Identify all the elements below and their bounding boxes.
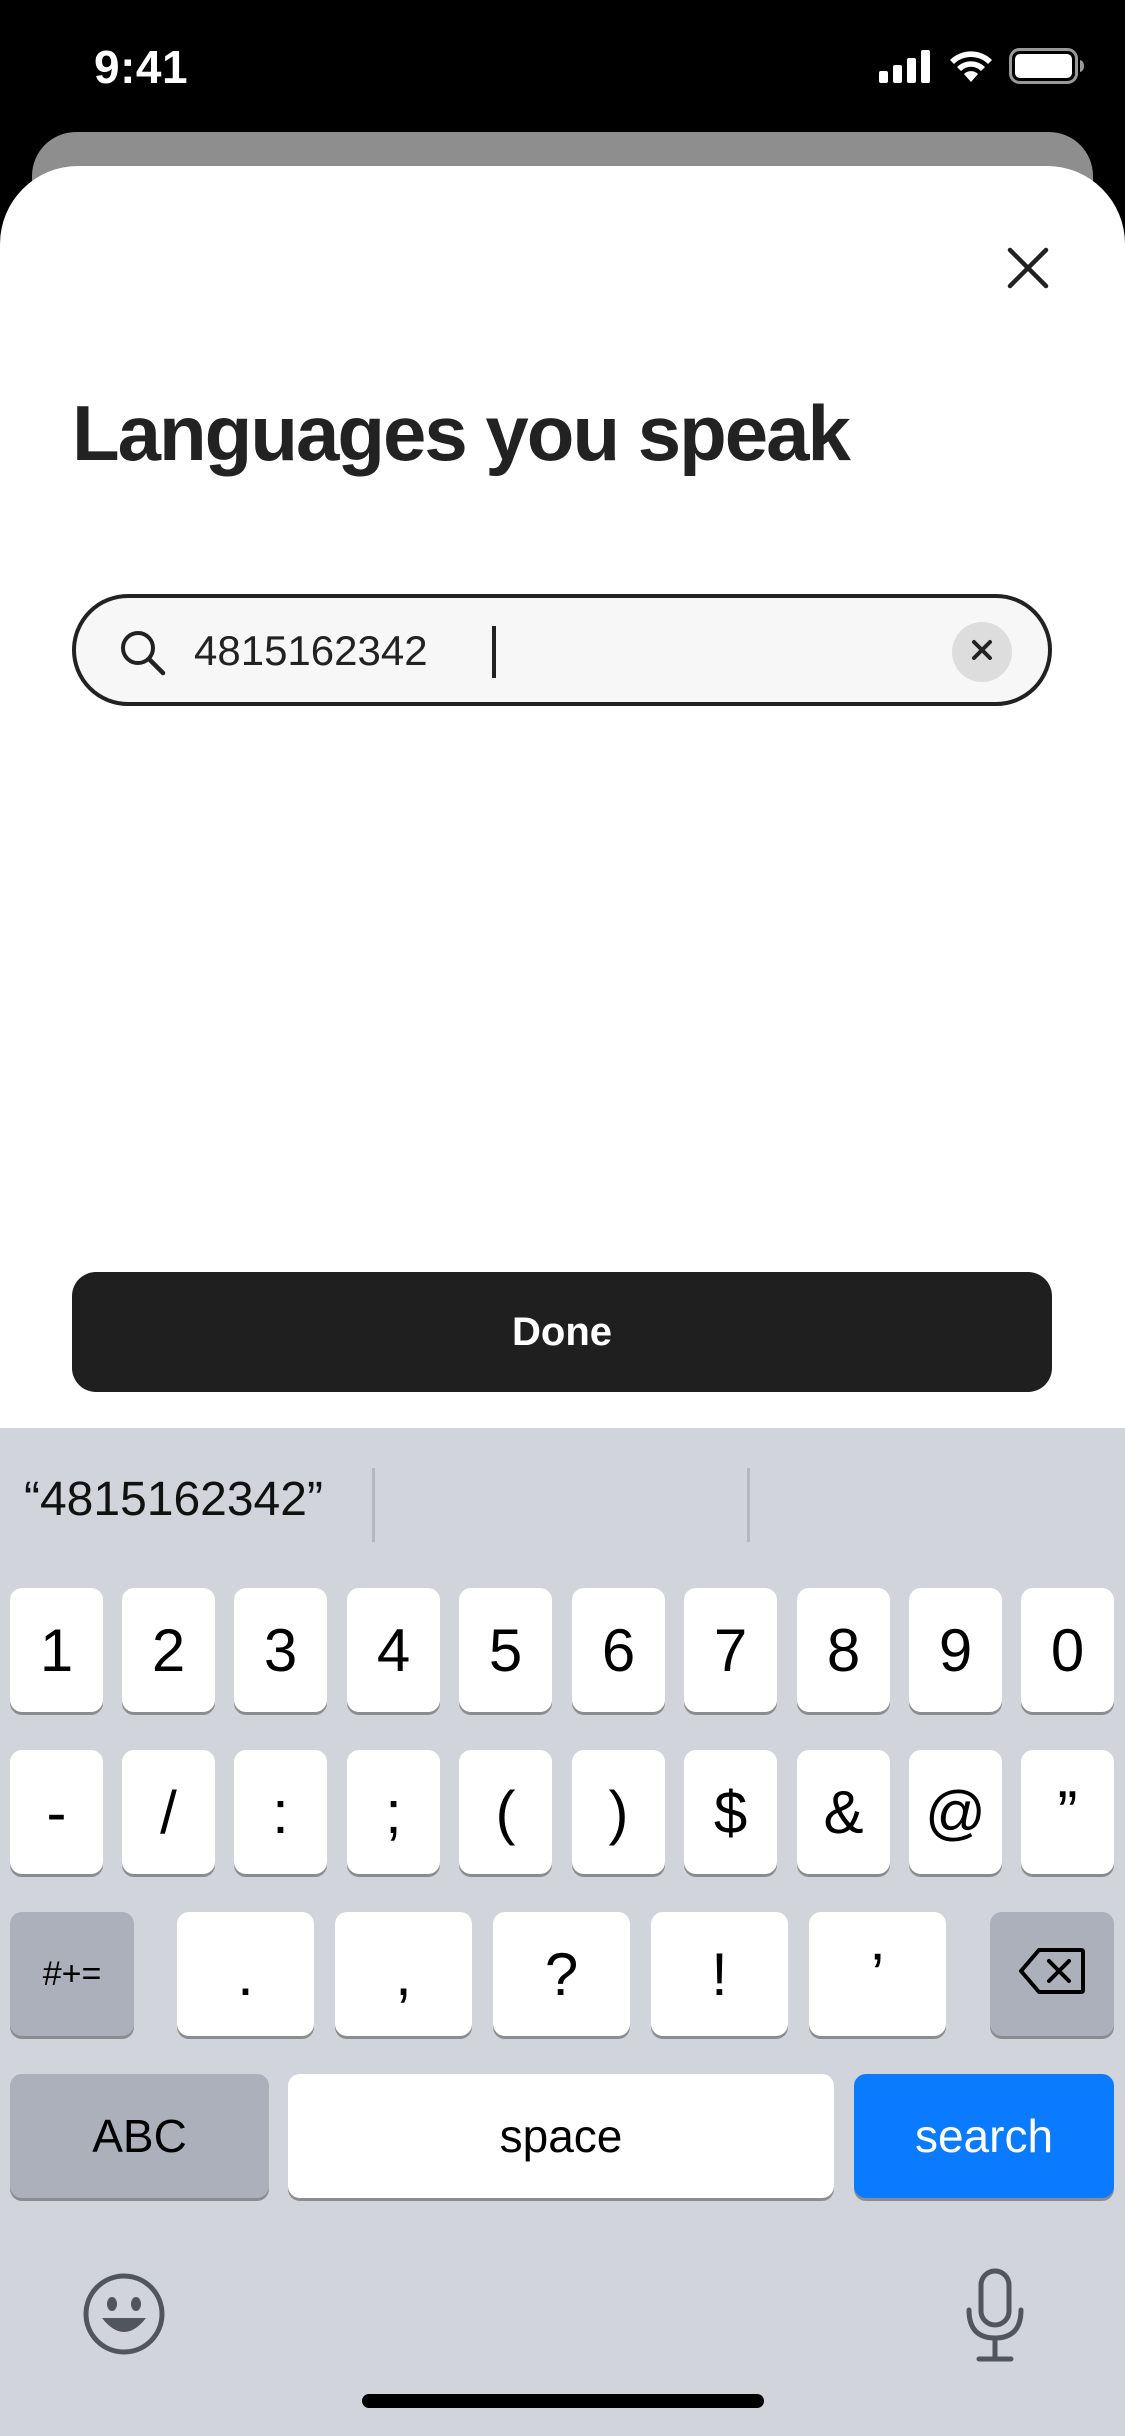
battery-icon [1009,48,1085,89]
search-key[interactable]: search [854,2074,1114,2198]
space-key[interactable]: space [288,2074,834,2198]
key-slash[interactable]: / [122,1750,215,1874]
suggestion-item[interactable]: “4815162342” [24,1472,323,1527]
predictive-divider [372,1468,375,1542]
key-period[interactable]: . [177,1912,314,2036]
dictation-button[interactable] [960,2268,1030,2368]
wifi-icon [947,48,995,89]
predictive-divider [747,1468,750,1542]
key-hyphen[interactable]: - [10,1750,103,1874]
key-ampersand[interactable]: & [797,1750,890,1874]
screen: 9:4 1 Languages you speak 4815162342 Done… [0,0,1125,2436]
key-4[interactable]: 4 [347,1588,440,1712]
keyboard: “4815162342” 1 2 3 4 5 6 7 8 9 0 - / : ;… [0,1428,1125,2436]
clear-icon [970,638,994,667]
key-2[interactable]: 2 [122,1588,215,1712]
search-input[interactable] [194,618,894,684]
key-0[interactable]: 0 [1021,1588,1114,1712]
close-button[interactable] [996,238,1060,302]
microphone-icon [963,2268,1027,2369]
symbols-toggle-key[interactable]: #+= [10,1912,134,2036]
emoji-icon [82,2272,166,2361]
clear-search-button[interactable] [952,622,1012,682]
key-6[interactable]: 6 [572,1588,665,1712]
key-close-paren[interactable]: ) [572,1750,665,1874]
search-box[interactable] [72,594,1052,706]
delete-key[interactable] [990,1912,1114,2036]
status-time: 9:41 [94,41,189,93]
text-caret [492,626,496,678]
home-indicator[interactable] [362,2394,764,2408]
backspace-icon [1019,1940,1085,2009]
page-title: Languages you speak [72,389,851,477]
key-8[interactable]: 8 [797,1588,890,1712]
status-bar: 9:41 [0,0,1125,132]
key-5[interactable]: 5 [459,1588,552,1712]
key-dollar[interactable]: $ [684,1750,777,1874]
status-icons [879,48,1085,89]
emoji-button[interactable] [82,2272,166,2361]
key-3[interactable]: 3 [234,1588,327,1712]
key-open-paren[interactable]: ( [459,1750,552,1874]
key-at[interactable]: @ [909,1750,1002,1874]
done-button[interactable]: Done [72,1272,1052,1392]
close-icon [1006,246,1050,295]
key-question[interactable]: ? [493,1912,630,2036]
predictive-bar: “4815162342” [0,1428,1125,1578]
key-comma[interactable]: , [335,1912,472,2036]
cellular-signal-icon [879,49,933,88]
key-9[interactable]: 9 [909,1588,1002,1712]
key-quote[interactable]: ” [1021,1750,1114,1874]
key-apostrophe[interactable]: ’ [809,1912,946,2036]
key-semicolon[interactable]: ; [347,1750,440,1874]
key-1[interactable]: 1 [10,1588,103,1712]
key-7[interactable]: 7 [684,1588,777,1712]
abc-key[interactable]: ABC [10,2074,269,2198]
key-colon[interactable]: : [234,1750,327,1874]
key-exclamation[interactable]: ! [651,1912,788,2036]
search-icon [118,628,168,678]
